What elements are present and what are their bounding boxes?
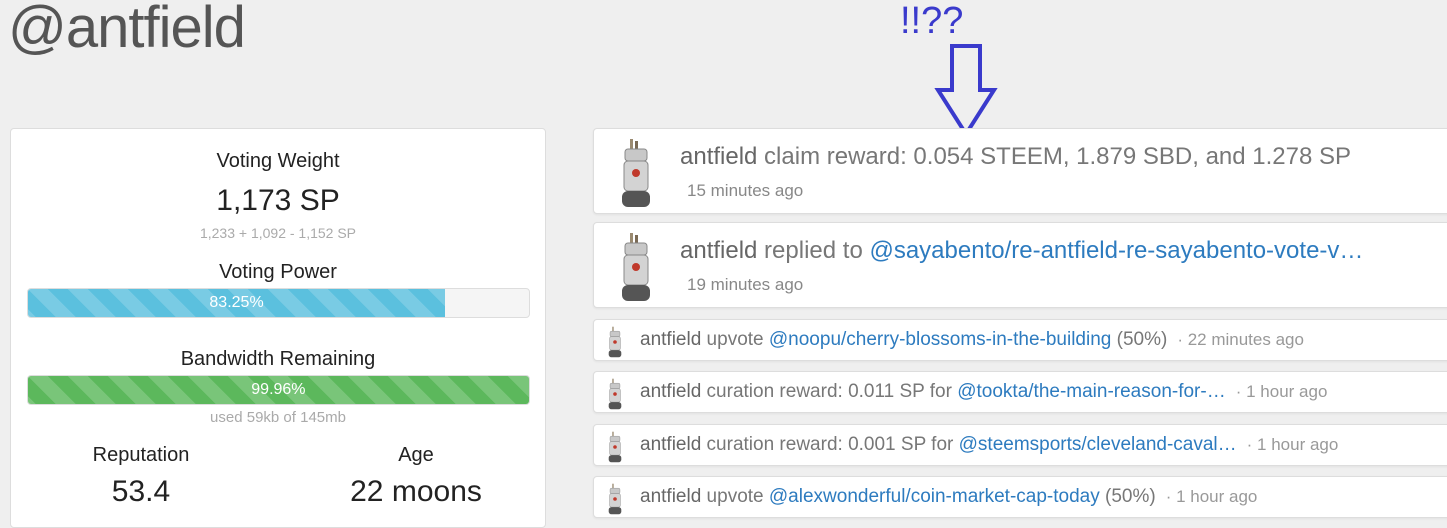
account-stats-panel: Voting Weight 1,173 SP 1,233 + 1,092 - 1… bbox=[10, 128, 546, 528]
feed-item: antfield curation reward: 0.011 SP for @… bbox=[593, 371, 1447, 413]
feed-text: antfield curation reward: 0.011 SP for @… bbox=[640, 381, 1328, 402]
voting-power-bar: 83.25% bbox=[27, 288, 530, 318]
age-value: 22 moons bbox=[350, 475, 482, 508]
feed-actor-link[interactable]: antfield bbox=[640, 486, 701, 507]
robot-avatar-icon bbox=[622, 233, 650, 301]
feed-post-link[interactable]: @steemsports/cleveland-caval… bbox=[959, 434, 1237, 455]
bandwidth-usage: used 59kb of 145mb bbox=[210, 409, 346, 426]
feed-time: 1 hour ago bbox=[1246, 382, 1328, 401]
bandwidth-label: Bandwidth Remaining bbox=[180, 348, 376, 370]
voting-power-label: Voting Power bbox=[219, 261, 337, 283]
reputation-label: Reputation bbox=[92, 444, 190, 466]
feed-action: claim reward: 0.054 STEEM, 1.879 SBD, an… bbox=[757, 143, 1352, 170]
annotation-text: !!?? bbox=[900, 0, 964, 42]
feed-actor-link[interactable]: antfield bbox=[640, 434, 701, 455]
voting-weight-breakdown: 1,233 + 1,092 - 1,152 SP bbox=[199, 225, 357, 241]
feed-post-link[interactable]: @sayabento/re-antfield-re-sayabento-vote… bbox=[869, 237, 1363, 264]
feed-weight: (50%) bbox=[1111, 329, 1168, 350]
feed-text: antfield upvote @alexwonderful/coin-mark… bbox=[640, 486, 1258, 507]
feed-actor-link[interactable]: antfield bbox=[680, 237, 757, 264]
bandwidth-fill: 99.96% bbox=[28, 376, 529, 404]
feed-action: curation reward: 0.001 SP for bbox=[701, 434, 959, 455]
feed-post-link[interactable]: @tookta/the-main-reason-for-… bbox=[957, 381, 1226, 402]
bandwidth-percent: 99.96% bbox=[251, 381, 306, 398]
feed-time: 1 hour ago bbox=[1176, 487, 1258, 506]
feed-action: upvote bbox=[701, 486, 769, 507]
feed-actor-link[interactable]: antfield bbox=[680, 143, 757, 170]
down-arrow-icon bbox=[934, 44, 998, 138]
feed-item: antfield curation reward: 0.001 SP for @… bbox=[593, 424, 1447, 466]
feed-item: antfield replied to @sayabento/re-antfie… bbox=[593, 222, 1447, 308]
feed-action: curation reward: 0.011 SP for bbox=[701, 381, 958, 402]
feed-post-link[interactable]: @alexwonderful/coin-market-cap-today bbox=[769, 486, 1100, 507]
feed-text: antfield upvote @noopu/cherry-blossoms-i… bbox=[640, 329, 1304, 350]
feed-weight: (50%) bbox=[1099, 486, 1156, 507]
feed-item: antfield upvote @alexwonderful/coin-mark… bbox=[593, 476, 1447, 518]
voting-weight-value: 1,173 SP bbox=[216, 184, 340, 217]
robot-avatar-icon bbox=[608, 483, 622, 515]
feed-time: 15 minutes ago bbox=[687, 181, 804, 200]
bandwidth-bar: 99.96% bbox=[27, 375, 530, 405]
age-label: Age bbox=[398, 444, 434, 466]
feed-time: 19 minutes ago bbox=[687, 275, 804, 294]
robot-avatar-icon bbox=[622, 139, 650, 207]
voting-power-percent: 83.25% bbox=[209, 294, 264, 311]
feed-text: antfield replied to @sayabento/re-antfie… bbox=[680, 237, 1363, 265]
robot-avatar-icon bbox=[608, 431, 622, 463]
feed-action: upvote bbox=[701, 329, 769, 350]
page-title: @antfield bbox=[8, 0, 246, 60]
feed-text: antfield claim reward: 0.054 STEEM, 1.87… bbox=[680, 143, 1351, 171]
voting-weight-label: Voting Weight bbox=[216, 150, 340, 172]
feed-actor-link[interactable]: antfield bbox=[640, 381, 701, 402]
feed-post-link[interactable]: @noopu/cherry-blossoms-in-the-building bbox=[769, 329, 1111, 350]
feed-action: replied to bbox=[757, 237, 870, 264]
reputation-value: 53.4 bbox=[111, 475, 171, 508]
feed-actor-link[interactable]: antfield bbox=[640, 329, 701, 350]
feed-time: 22 minutes ago bbox=[1187, 330, 1304, 349]
feed-time: 1 hour ago bbox=[1257, 435, 1339, 454]
feed-text: antfield curation reward: 0.001 SP for @… bbox=[640, 434, 1339, 455]
robot-avatar-icon bbox=[608, 378, 622, 410]
feed-item: antfield claim reward: 0.054 STEEM, 1.87… bbox=[593, 128, 1447, 214]
feed-item: antfield upvote @noopu/cherry-blossoms-i… bbox=[593, 319, 1447, 361]
voting-power-fill: 83.25% bbox=[28, 289, 446, 317]
robot-avatar-icon bbox=[608, 326, 622, 358]
